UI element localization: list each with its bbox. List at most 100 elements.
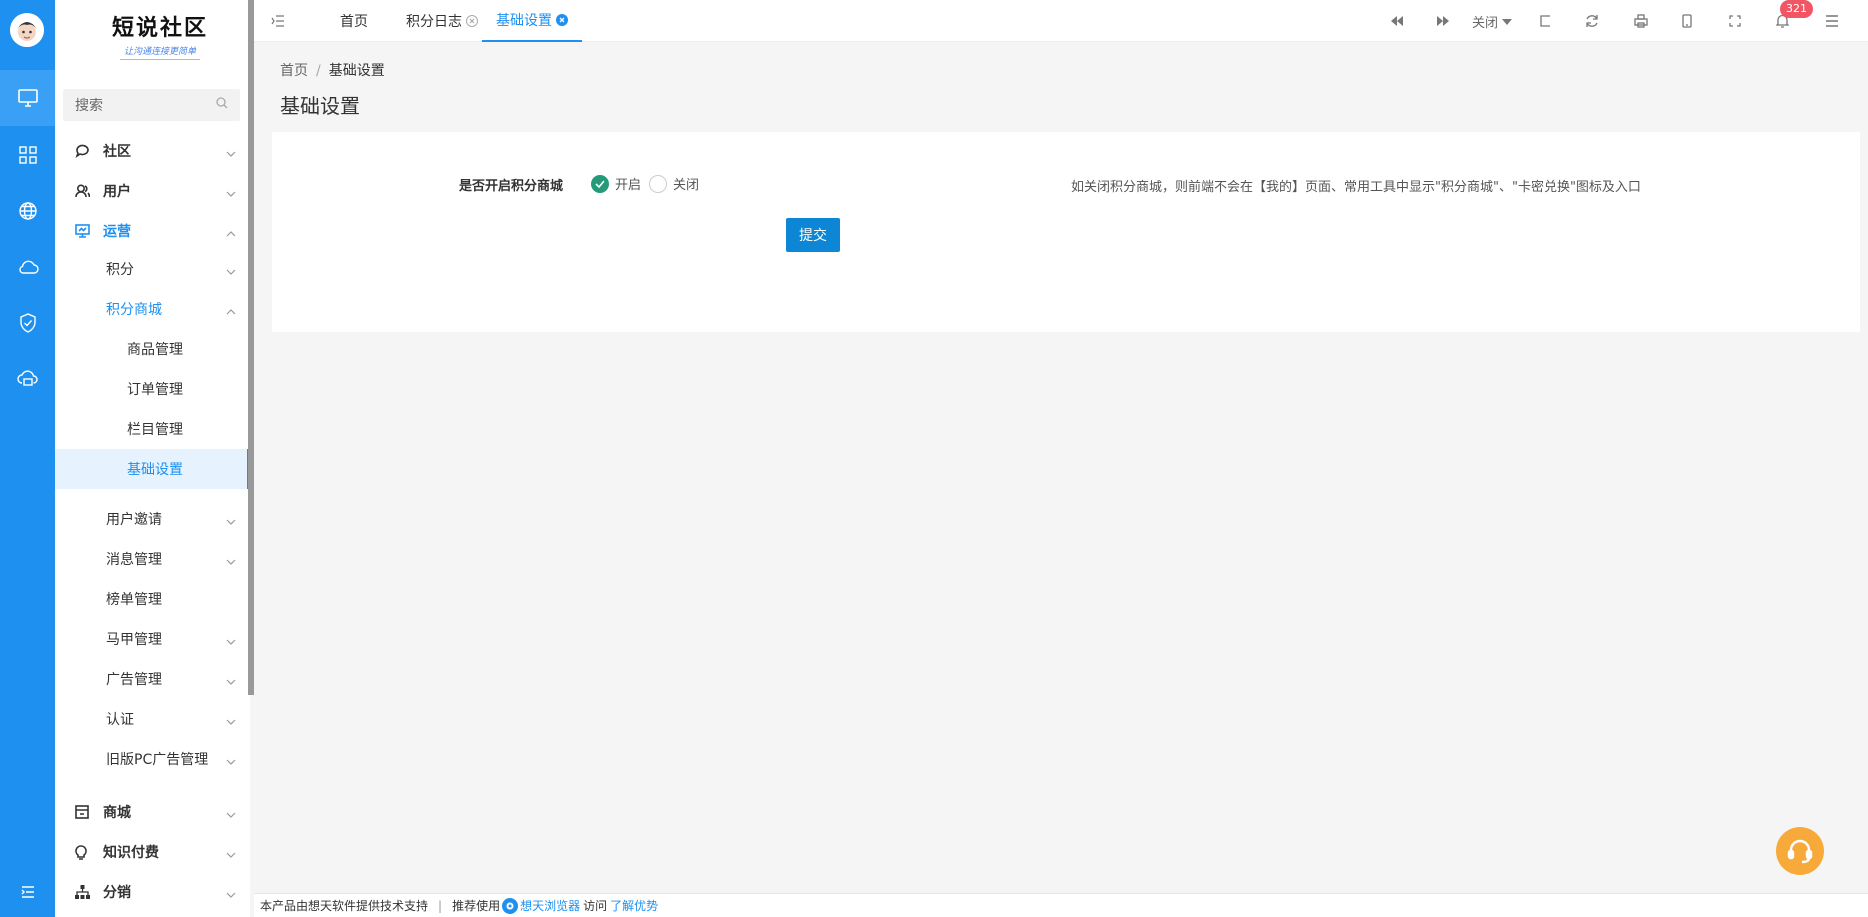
indent-icon[interactable]	[271, 11, 285, 31]
refresh-icon[interactable]	[1585, 11, 1599, 31]
mobile-icon[interactable]	[1682, 11, 1692, 31]
sidebar-item-product-management[interactable]: 商品管理	[55, 329, 250, 369]
tab-label: 首页	[340, 14, 368, 30]
search-placeholder: 搜索	[75, 98, 103, 114]
chevron-down-icon	[226, 753, 236, 769]
sidebar-item-ranking-management[interactable]: 榜单管理	[55, 579, 250, 619]
menu-collapse-icon[interactable]	[0, 867, 55, 917]
exit-icon[interactable]	[1538, 11, 1551, 31]
sidebar-item-label: 分销	[103, 885, 131, 901]
logo-subtitle: 让沟通连接更简单	[119, 44, 200, 60]
chevron-down-icon	[226, 145, 236, 161]
rewind-icon[interactable]	[1390, 11, 1404, 31]
chevron-down-icon	[226, 713, 236, 729]
sidebar-item-points[interactable]: 积分	[55, 249, 250, 289]
sidebar-item-label: 积分	[106, 262, 134, 278]
chevron-down-icon	[226, 886, 236, 902]
store-icon	[75, 805, 93, 819]
bulb-icon	[75, 844, 93, 860]
sidebar-item-label: 知识付费	[103, 845, 159, 861]
sidebar: 短说社区 让沟通连接更简单 搜索 社区 用户 运营 积分 积分商城 商品管理 订…	[55, 0, 250, 917]
logo-title: 短说社区	[111, 15, 208, 41]
chevron-down-icon	[226, 263, 236, 279]
sidebar-item-label: 栏目管理	[127, 422, 183, 438]
page-title: 基础设置	[280, 94, 360, 118]
sidebar-item-ad-management[interactable]: 广告管理	[55, 659, 250, 699]
sidebar-item-user-invite[interactable]: 用户邀请	[55, 499, 250, 539]
cloud-icon[interactable]	[0, 239, 55, 295]
sidebar-item-label: 认证	[106, 712, 134, 728]
customer-service-icon[interactable]	[1776, 827, 1824, 875]
monitor-icon[interactable]	[0, 70, 55, 126]
browser-logo-icon	[502, 897, 519, 914]
users-icon	[75, 184, 93, 198]
chevron-up-icon	[226, 225, 236, 241]
sidebar-item-message-management[interactable]: 消息管理	[55, 539, 250, 579]
sidebar-item-users[interactable]: 用户	[55, 171, 250, 211]
tab-points-log[interactable]: 积分日志	[394, 0, 490, 42]
search-input[interactable]: 搜索	[63, 89, 240, 121]
unchecked-radio-icon	[649, 174, 667, 193]
footer-separator: |	[438, 898, 443, 913]
sidebar-item-community[interactable]: 社区	[55, 131, 250, 171]
chevron-down-icon	[226, 185, 236, 201]
radio-enable[interactable]: 开启	[591, 174, 641, 193]
sidebar-item-label: 基础设置	[127, 462, 183, 478]
sidebar-item-vest-management[interactable]: 马甲管理	[55, 619, 250, 659]
chevron-up-icon	[226, 303, 236, 319]
sidebar-item-column-management[interactable]: 栏目管理	[55, 409, 250, 449]
logo: 短说社区 让沟通连接更简单	[95, 10, 225, 70]
cloud-print-icon[interactable]	[0, 351, 55, 407]
top-bar: 首页 积分日志 基础设置 关闭	[254, 0, 1868, 42]
sidebar-item-label: 用户	[103, 184, 131, 200]
breadcrumb: 首页 / 基础设置	[280, 60, 385, 80]
browser-link[interactable]: 想天浏览器	[520, 897, 580, 914]
sidebar-scrollbar[interactable]	[248, 0, 254, 695]
sidebar-item-operations[interactable]: 运营	[55, 211, 250, 251]
sidebar-item-label: 订单管理	[127, 382, 183, 398]
chevron-down-icon	[226, 633, 236, 649]
globe-icon[interactable]	[0, 183, 55, 239]
radio-disable-label: 关闭	[673, 178, 700, 193]
sidebar-item-order-management[interactable]: 订单管理	[55, 369, 250, 409]
chevron-down-icon	[226, 553, 236, 569]
checked-radio-icon	[591, 174, 609, 193]
print-icon[interactable]	[1634, 11, 1648, 31]
sidebar-item-label: 商品管理	[127, 342, 183, 358]
sidebar-item-distribution[interactable]: 分销	[55, 872, 250, 912]
breadcrumb-home[interactable]: 首页	[280, 63, 308, 79]
radio-enable-label: 开启	[615, 178, 642, 193]
chevron-down-icon	[226, 846, 236, 862]
sidebar-item-label: 商城	[103, 805, 131, 821]
close-dropdown[interactable]: 关闭	[1472, 11, 1513, 31]
footer: 本产品由想天软件提供技术支持 | 推荐使用 想天浏览器 访问 了解优势	[254, 893, 1868, 917]
learn-advantages-link[interactable]: 了解优势	[610, 897, 658, 914]
search-icon[interactable]	[216, 97, 228, 113]
submit-button[interactable]: 提交	[786, 218, 840, 252]
grid-icon[interactable]	[0, 127, 55, 183]
sidebar-item-points-mall[interactable]: 积分商城	[55, 289, 250, 329]
sidebar-item-basic-settings[interactable]: 基础设置	[55, 449, 250, 489]
points-mall-toggle-label: 是否开启积分商城	[459, 179, 564, 194]
notification-badge: 321	[1780, 0, 1813, 18]
sidebar-item-paid-knowledge[interactable]: 知识付费	[55, 832, 250, 872]
shield-check-icon[interactable]	[0, 295, 55, 351]
footer-support-text: 本产品由想天软件提供技术支持	[260, 899, 429, 913]
hamburger-menu-icon[interactable]	[1825, 11, 1839, 31]
settings-card	[272, 132, 1860, 332]
tab-basic-settings[interactable]: 基础设置	[482, 0, 582, 42]
sidebar-item-certification[interactable]: 认证	[55, 699, 250, 739]
sidebar-item-mall[interactable]: 商城	[55, 792, 250, 832]
radio-disable[interactable]: 关闭	[649, 174, 699, 193]
close-icon[interactable]	[556, 14, 568, 26]
sidebar-item-label: 广告管理	[106, 672, 162, 688]
sidebar-item-legacy-pc-ads[interactable]: 旧版PC广告管理	[55, 739, 250, 779]
avatar[interactable]	[10, 13, 44, 47]
close-icon[interactable]	[466, 15, 478, 27]
sidebar-item-label: 社区	[103, 144, 131, 160]
sidebar-item-label: 用户邀请	[106, 512, 162, 528]
fast-forward-icon[interactable]	[1436, 11, 1450, 31]
fullscreen-icon[interactable]	[1729, 11, 1741, 31]
tab-home[interactable]: 首页	[328, 0, 380, 42]
close-dropdown-label: 关闭	[1472, 15, 1499, 31]
